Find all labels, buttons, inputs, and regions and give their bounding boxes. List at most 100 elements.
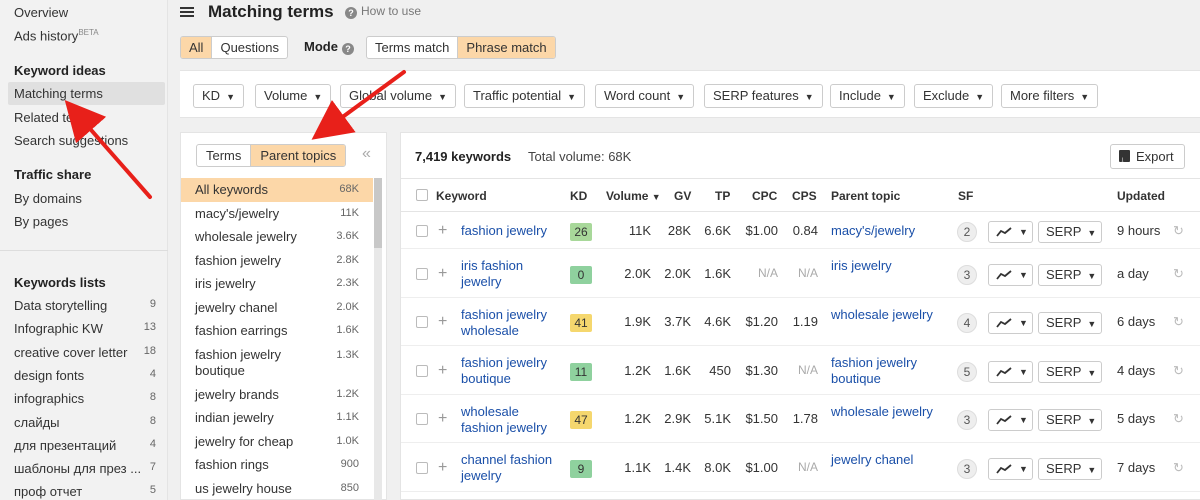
how-to-use-link[interactable]: ? How to use [345,4,421,19]
parent-topic-link[interactable]: jewelry chanel [831,452,946,468]
keyword-list-item[interactable]: шаблоны для през ... 7 [14,461,156,476]
trend-button[interactable]: ▼ [988,361,1033,383]
tab-all[interactable]: All [181,37,213,58]
filter-global-volume[interactable]: Global volume ▼ [340,84,457,108]
sf-count[interactable]: 2 [957,222,977,242]
add-icon[interactable]: + [438,314,447,330]
tab-terms[interactable]: Terms [197,145,252,166]
tab-terms-match[interactable]: Terms match [367,37,459,58]
tab-questions[interactable]: Questions [212,37,287,58]
trend-button[interactable]: ▼ [988,458,1033,480]
col-kd[interactable]: KD [570,189,587,203]
parent-topic-item[interactable]: fashion rings 900 [181,453,373,477]
sf-count[interactable]: 5 [957,362,977,382]
trend-button[interactable]: ▼ [988,221,1033,243]
keyword-list-item[interactable]: infographics 8 [14,391,156,406]
keyword-list-item[interactable]: creative cover letter 18 [14,345,156,360]
sidebar-item-search-suggestions[interactable]: Search suggestions [14,133,128,148]
keyword-list-item[interactable]: проф отчет 5 [14,484,156,499]
mode-help-icon[interactable]: ? [341,43,354,55]
col-volume[interactable]: Volume ▼ [606,189,661,203]
sidebar-item-related-terms[interactable]: Related terms [14,110,95,125]
parent-topic-item[interactable]: iris jewelry 2.3K [181,272,373,296]
keyword-link[interactable]: fashion jewelry wholesale [461,307,561,339]
filter-include[interactable]: Include ▼ [830,84,905,108]
export-button[interactable]: Export [1110,144,1185,172]
keyword-list-item[interactable]: слайды 8 [14,415,156,430]
sf-count[interactable]: 3 [957,265,977,285]
keyword-link[interactable]: fashion jewelry [461,223,561,239]
col-cpc[interactable]: CPC [752,189,777,203]
serp-button[interactable]: SERP ▼ [1038,458,1102,480]
parent-topic-link[interactable]: wholesale jewelry [831,404,946,420]
select-all-checkbox[interactable] [416,189,428,201]
sidebar-item-by-pages[interactable]: By pages [14,214,68,229]
scrollbar-thumb[interactable] [374,178,382,248]
row-checkbox[interactable] [416,462,428,474]
refresh-icon[interactable]: ↻ [1173,363,1184,379]
collapse-icon[interactable]: « [362,145,371,163]
add-icon[interactable]: + [438,363,447,379]
keyword-list-item[interactable]: для презентаций 4 [14,438,156,453]
tab-phrase-match[interactable]: Phrase match [458,37,555,58]
row-checkbox[interactable] [416,316,428,328]
filter-kd[interactable]: KD ▼ [193,84,244,108]
row-checkbox[interactable] [416,225,428,237]
keyword-list-item[interactable]: design fonts 4 [14,368,156,383]
col-updated[interactable]: Updated [1117,189,1165,203]
keyword-link[interactable]: fashion jewelry boutique [461,355,561,387]
filter-exclude[interactable]: Exclude ▼ [914,84,994,108]
keyword-list-item[interactable]: Infographic KW 13 [14,321,156,336]
refresh-icon[interactable]: ↻ [1173,460,1184,476]
filter-word-count[interactable]: Word count ▼ [595,84,695,108]
parent-topic-link[interactable]: fashion jewelry boutique [831,355,946,387]
trend-button[interactable]: ▼ [988,312,1033,334]
sidebar-item-ads-history[interactable]: Ads historyBETA [14,28,99,43]
row-checkbox[interactable] [416,365,428,377]
col-keyword[interactable]: Keyword [436,189,487,203]
keyword-link[interactable]: channel fashion jewelry [461,452,561,484]
refresh-icon[interactable]: ↻ [1173,223,1184,239]
scrollbar[interactable] [374,178,382,500]
sidebar-item-overview[interactable]: Overview [14,5,68,20]
keyword-link[interactable]: iris fashion jewelry [461,258,561,290]
col-tp[interactable]: TP [715,189,730,203]
parent-topic-item[interactable]: jewelry chanel 2.0K [181,296,373,320]
filter-serp-features[interactable]: SERP features ▼ [704,84,823,108]
trend-button[interactable]: ▼ [988,264,1033,286]
col-cps[interactable]: CPS [792,189,817,203]
refresh-icon[interactable]: ↻ [1173,411,1184,427]
parent-topic-item[interactable]: fashion jewelry boutique 1.3K [181,343,373,383]
row-checkbox[interactable] [416,268,428,280]
filter-traffic-potential[interactable]: Traffic potential ▼ [464,84,586,108]
parent-topic-item[interactable]: jewelry brands 1.2K [181,383,373,407]
trend-button[interactable]: ▼ [988,409,1033,431]
serp-button[interactable]: SERP ▼ [1038,361,1102,383]
sidebar-item-matching-terms[interactable]: Matching terms [8,82,165,105]
serp-button[interactable]: SERP ▼ [1038,221,1102,243]
col-parent-topic[interactable]: Parent topic [831,189,900,203]
add-icon[interactable]: + [438,266,447,282]
parent-topic-item[interactable]: All keywords 68K [181,178,373,202]
col-sf[interactable]: SF [958,189,973,203]
tab-parent-topics[interactable]: Parent topics [251,145,346,166]
parent-topic-item[interactable]: fashion earrings 1.6K [181,319,373,343]
sf-count[interactable]: 3 [957,459,977,479]
parent-topic-link[interactable]: wholesale jewelry [831,307,946,323]
parent-topic-item[interactable]: fashion jewelry 2.8K [181,249,373,273]
parent-topic-link[interactable]: macy's/jewelry [831,223,946,239]
serp-button[interactable]: SERP ▼ [1038,264,1102,286]
menu-icon[interactable] [180,5,194,19]
refresh-icon[interactable]: ↻ [1173,266,1184,282]
keyword-list-item[interactable]: Data storytelling 9 [14,298,156,313]
parent-topic-item[interactable]: us jewelry house 850 [181,477,373,500]
parent-topic-item[interactable]: jewelry for cheap 1.0K [181,430,373,454]
add-icon[interactable]: + [438,411,447,427]
parent-topic-item[interactable]: macy's/jewelry 11K [181,202,373,226]
sf-count[interactable]: 3 [957,410,977,430]
serp-button[interactable]: SERP ▼ [1038,409,1102,431]
parent-topic-link[interactable]: iris jewelry [831,258,946,274]
parent-topic-item[interactable]: wholesale jewelry 3.6K [181,225,373,249]
sidebar-item-by-domains[interactable]: By domains [14,191,82,206]
add-icon[interactable]: + [438,223,447,239]
